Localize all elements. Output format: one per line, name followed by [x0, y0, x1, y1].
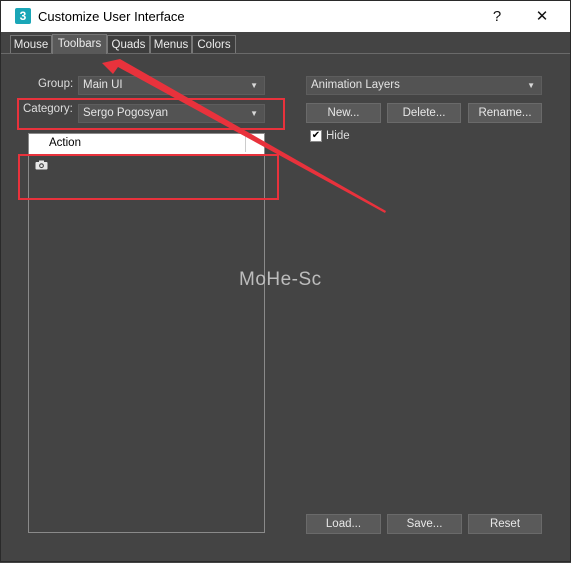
annotation-arrow	[102, 59, 386, 213]
customize-ui-dialog: 3 Customize User Interface ? ✕ Mouse Too…	[0, 0, 571, 562]
